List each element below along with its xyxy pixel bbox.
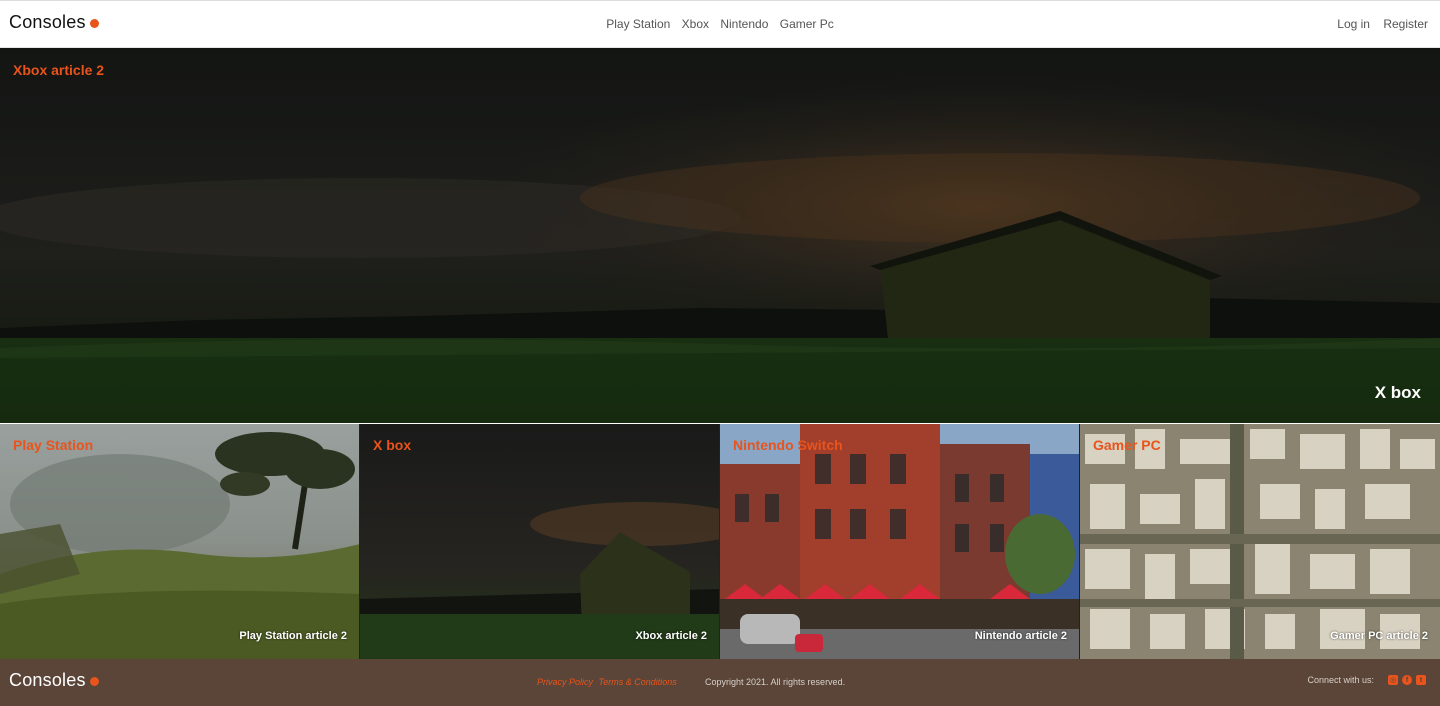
- nav-item-nintendo[interactable]: Nintendo: [720, 17, 768, 31]
- card-image-aerial-city: [1080, 424, 1440, 659]
- terms-link[interactable]: Terms & Conditions: [599, 677, 677, 687]
- card-image-foggy-field: [0, 424, 359, 659]
- card-image-street-cafe: [720, 424, 1079, 659]
- footer-logo-text: Consoles: [9, 670, 86, 690]
- connect-label: Connect with us:: [1307, 675, 1374, 685]
- card-caption: Gamer PC article 2: [1330, 630, 1428, 642]
- site-header: Consoles Play Station Xbox Nintendo Game…: [0, 0, 1440, 48]
- card-title[interactable]: Gamer PC: [1093, 437, 1161, 453]
- privacy-policy-link[interactable]: Privacy Policy: [537, 677, 593, 687]
- card-playstation[interactable]: Play Station Play Station article 2: [0, 424, 360, 659]
- hero-caption: X box: [1374, 383, 1421, 402]
- login-link[interactable]: Log in: [1337, 17, 1370, 31]
- hero-image: [0, 48, 1440, 423]
- hero-title[interactable]: Xbox article 2: [13, 62, 104, 78]
- footer-links: Privacy Policy Terms & Conditions: [537, 677, 680, 687]
- card-title[interactable]: Nintendo Switch: [733, 437, 843, 453]
- card-title[interactable]: X box: [373, 437, 411, 453]
- nav-item-xbox[interactable]: Xbox: [682, 17, 709, 31]
- nav-item-playstation[interactable]: Play Station: [606, 17, 670, 31]
- facebook-icon[interactable]: f: [1402, 675, 1412, 685]
- instagram-icon[interactable]: ◎: [1388, 675, 1398, 685]
- site-footer: Consoles Privacy Policy Terms & Conditio…: [0, 659, 1440, 706]
- main-nav: Play Station Xbox Nintendo Gamer Pc: [0, 17, 1440, 31]
- social-links: ◎ f t: [1388, 675, 1426, 685]
- article-cards: Play Station Play Station article 2 X bo…: [0, 424, 1440, 659]
- card-caption: Play Station article 2: [239, 630, 347, 642]
- card-image-barn-night: [360, 424, 719, 659]
- logo-dot-icon: [89, 677, 99, 686]
- twitter-icon[interactable]: t: [1416, 675, 1426, 685]
- card-xbox[interactable]: X box Xbox article 2: [360, 424, 720, 659]
- auth-links: Log in Register: [1327, 17, 1428, 31]
- copyright-text: Copyright 2021. All rights reserved.: [705, 677, 846, 687]
- register-link[interactable]: Register: [1383, 17, 1428, 31]
- card-caption: Xbox article 2: [635, 630, 707, 642]
- card-gamer-pc[interactable]: Gamer PC Gamer PC article 2: [1080, 424, 1440, 659]
- card-caption: Nintendo article 2: [974, 630, 1067, 642]
- card-nintendo[interactable]: Nintendo Switch Nintendo article 2: [720, 424, 1080, 659]
- footer-logo[interactable]: Consoles: [9, 670, 99, 691]
- nav-item-gamer-pc[interactable]: Gamer Pc: [780, 17, 834, 31]
- hero-article[interactable]: Xbox article 2 X box: [0, 48, 1440, 423]
- card-title[interactable]: Play Station: [13, 437, 93, 453]
